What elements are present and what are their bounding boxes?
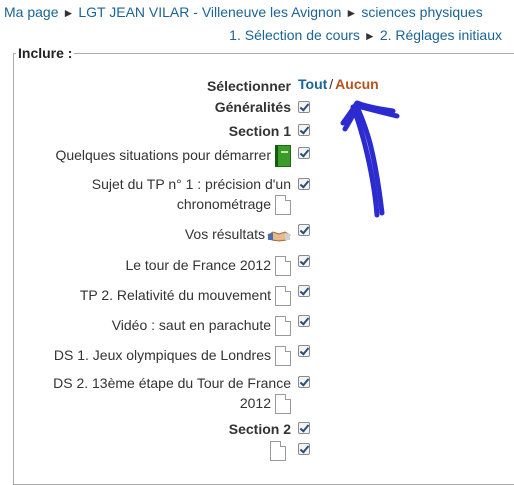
checkbox-sujet-tp1[interactable] (298, 178, 310, 190)
annotation-arrow-icon (340, 100, 400, 218)
item-label: Section 2 (228, 421, 291, 437)
item-label: DS 1. Jeux olympiques de Londres (53, 347, 271, 363)
step-course-selection[interactable]: 1. Sélection de cours (229, 27, 360, 43)
item-label: Le tour de France 2012 (125, 257, 271, 273)
item-sujet-tp1: Sujet du TP n° 1 : précision d'un chrono… (0, 174, 291, 216)
item-section-2: Section 2 (0, 419, 291, 439)
document-icon (275, 394, 291, 415)
checkbox-section-1[interactable] (298, 124, 310, 136)
breadcrumb-separator-icon: ► (345, 6, 358, 20)
backup-steps: 1. Sélection de cours ► 2. Réglages initia… (229, 27, 502, 43)
document-icon (275, 316, 291, 337)
checkbox-tp2[interactable] (298, 285, 310, 297)
select-links: Tout / Aucun (298, 76, 379, 92)
document-icon (275, 286, 291, 307)
item-label-line1: Sujet du TP n° 1 : précision d'un (91, 176, 291, 192)
checkbox-video[interactable] (298, 315, 310, 327)
select-label: Sélectionner (206, 78, 291, 94)
item-tour-de-france: Le tour de France 2012 (0, 255, 291, 277)
item-label: TP 2. Relativité du mouvement (79, 287, 271, 303)
item-label: Vidéo : saut en parachute (111, 317, 271, 333)
select-all-link[interactable]: Tout (298, 76, 327, 92)
checkbox-quelques-situations[interactable] (298, 147, 310, 159)
item-label: Vos résultats (184, 226, 265, 242)
item-tp2: TP 2. Relativité du mouvement (0, 285, 291, 307)
checkbox-vos-resultats[interactable] (298, 224, 310, 236)
select-separator: / (329, 76, 334, 92)
item-quelques-situations: Quelques situations pour démarrer (0, 145, 291, 168)
document-icon (270, 441, 286, 461)
checkbox-ds2[interactable] (298, 376, 310, 388)
item-label: Quelques situations pour démarrer (55, 147, 271, 163)
item-label-line1: DS 2. 13ème étape du Tour de France (53, 375, 291, 391)
item-vos-resultats: Vos résultats (0, 224, 291, 244)
breadcrumb-link-course[interactable]: sciences physiques (361, 4, 482, 20)
document-icon (275, 256, 291, 277)
item-ds2: DS 2. 13ème étape du Tour de France 2012 (0, 373, 291, 415)
item-video: Vidéo : saut en parachute (0, 315, 291, 337)
item-label: Généralités (214, 99, 291, 115)
checkbox-tour-de-france[interactable] (298, 255, 310, 267)
breadcrumb: Ma page ► LGT JEAN VILAR - Villeneuve les … (4, 4, 483, 20)
checkbox-generalites[interactable] (298, 101, 310, 113)
breadcrumb-link-school[interactable]: LGT JEAN VILAR - Villeneuve les Avignon (78, 4, 341, 20)
select-none-link[interactable]: Aucun (335, 76, 379, 92)
checkbox-next[interactable] (298, 443, 310, 455)
item-ds1: DS 1. Jeux olympiques de Londres (0, 345, 291, 367)
item-label-line2: 2012 (239, 395, 271, 411)
breadcrumb-separator-icon: ► (62, 6, 75, 20)
handshake-icon (267, 226, 291, 244)
item-label-line2: chronométrage (176, 196, 271, 212)
step-initial-settings[interactable]: 2. Réglages initiaux (380, 27, 502, 43)
step-separator-icon: ► (363, 29, 376, 43)
document-icon (275, 346, 291, 367)
item-section-1: Section 1 (0, 121, 291, 141)
breadcrumb-link-my-page[interactable]: Ma page (4, 4, 58, 20)
checkbox-ds1[interactable] (298, 345, 310, 357)
item-generalites: Généralités (0, 97, 291, 117)
item-label: Section 1 (228, 123, 291, 139)
checkbox-section-2[interactable] (298, 422, 310, 434)
document-icon (275, 195, 291, 216)
green-book-icon (275, 145, 291, 168)
select-row: Sélectionner (0, 76, 291, 96)
include-legend: Inclure : (18, 45, 73, 61)
